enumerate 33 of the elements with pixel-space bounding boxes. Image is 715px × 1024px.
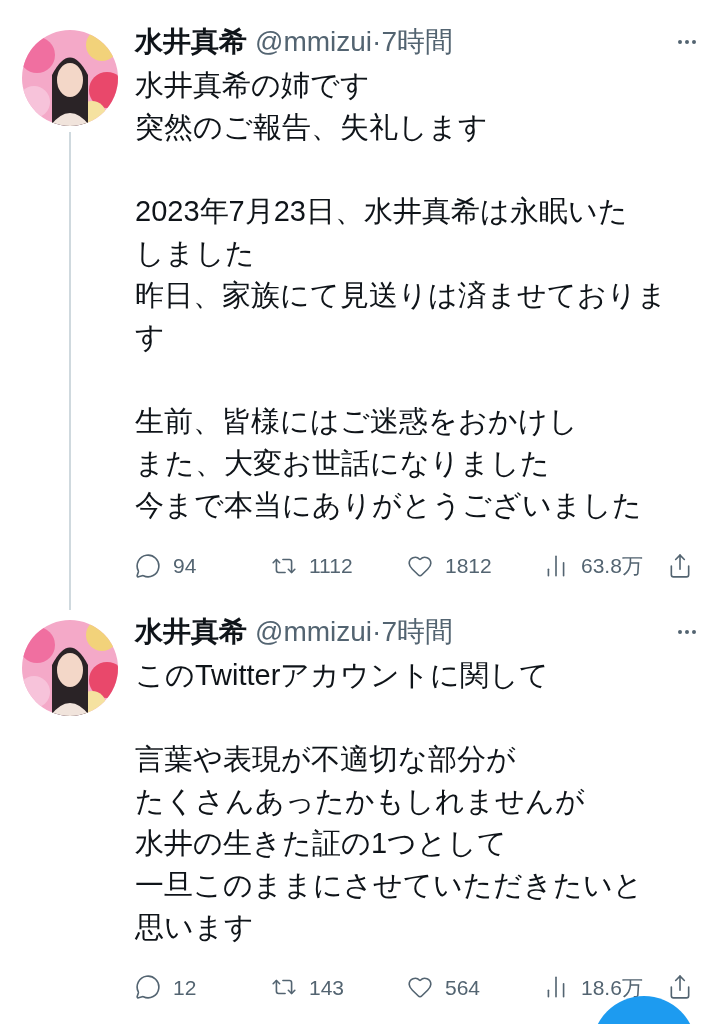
tweet-text-line: 思います <box>135 909 255 945</box>
count: 63.8万 <box>581 553 643 579</box>
tweet-text-line: 生前、皆様にはご迷惑をおかけし <box>135 404 579 439</box>
separator-dot: · <box>372 614 382 649</box>
timestamp: 7時間 <box>381 25 453 59</box>
count: 564 <box>445 974 481 1001</box>
author-name[interactable]: 水井真希 <box>135 21 247 63</box>
tweet-text-line: 一旦このままにさせていただきたいと <box>135 867 644 903</box>
separator-dot: · <box>372 25 382 59</box>
author-handle: @mmizui <box>255 614 373 649</box>
count: 94 <box>173 553 197 579</box>
tweet-text-line: 水井の生きた証の1つとして <box>135 825 509 861</box>
tweet-text-line: このTwitterアカウントに関して <box>135 657 551 693</box>
tweet-text-line: す <box>135 320 166 355</box>
tweet-text-line: また、大変お世話になりました <box>135 446 551 481</box>
count: 12 <box>173 974 197 1001</box>
tweet-text-line: しました <box>135 236 256 271</box>
count: 18.6万 <box>581 974 643 1001</box>
tweet-text-line: 水井真希の姉です <box>135 68 371 103</box>
author-name[interactable]: 水井真希 <box>135 610 247 653</box>
tweet-text-line: 今まで本当にありがとうございました <box>135 488 643 523</box>
count: 143 <box>309 974 345 1001</box>
tweet-text-line: 昨日、家族にて見送りは済ませておりま <box>135 278 668 313</box>
tweet-text-line: 2023年7月23日、水井真希は永眠いた <box>135 194 629 229</box>
tweet-text-line: 突然のご報告、失礼します <box>135 110 489 145</box>
author-handle: @mmizui <box>255 25 373 59</box>
reply-icon[interactable] <box>135 552 161 579</box>
count: 1112 <box>309 553 353 579</box>
reply-icon[interactable] <box>135 974 161 1001</box>
tweet-text-line: たくさんあったかもしれませんが <box>135 783 586 819</box>
tweet-text-line: 言葉や表現が不適切な部分が <box>135 741 517 777</box>
count: 1812 <box>445 553 492 579</box>
timestamp: 7時間 <box>381 614 453 649</box>
